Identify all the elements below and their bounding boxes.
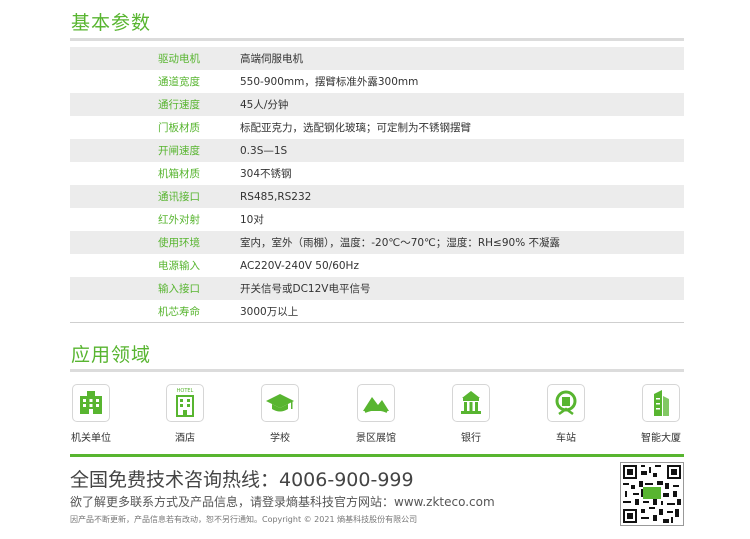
app-label: 车站 bbox=[556, 433, 576, 444]
spec-row: 电源输入 AC220V-240V 50/60Hz bbox=[70, 254, 684, 277]
app-item-scenic: 景区展馆 bbox=[346, 384, 406, 444]
apps-section-rule bbox=[70, 369, 684, 372]
spec-value: AC220V-240V 50/60Hz bbox=[240, 259, 359, 272]
spec-value: RS485,RS232 bbox=[240, 190, 312, 203]
spec-value: 45人/分钟 bbox=[240, 99, 289, 111]
spec-value: 304不锈钢 bbox=[240, 168, 292, 180]
spec-label: 电源输入 bbox=[158, 260, 200, 272]
contact-rule bbox=[70, 454, 684, 457]
spec-label: 通道宽度 bbox=[158, 76, 200, 88]
spec-value: 高端伺服电机 bbox=[240, 53, 303, 65]
spec-label: 通行速度 bbox=[158, 99, 200, 111]
smart-tower-icon bbox=[642, 384, 680, 422]
app-item-bank: 银行 bbox=[441, 384, 501, 444]
spec-row: 输入接口 开关信号或DC12V电平信号 bbox=[70, 277, 684, 300]
qr-code-image bbox=[620, 462, 684, 526]
app-label: 学校 bbox=[270, 433, 290, 444]
app-item-government: 机关单位 bbox=[61, 384, 121, 444]
spec-row: 通道宽度 550-900mm，摆臂标准外露300mm bbox=[70, 70, 684, 93]
spec-row: 红外对射 10对 bbox=[70, 208, 684, 231]
spec-value: 标配亚克力，选配钢化玻璃；可定制为不锈钢摆臂 bbox=[240, 122, 471, 134]
spec-row: 通行速度 45人/分钟 bbox=[70, 93, 684, 116]
spec-value: 室内，室外（雨棚），温度：-20℃～70℃；湿度：RH≤90% 不凝露 bbox=[240, 237, 561, 249]
spec-table: 驱动电机 高端伺服电机 通道宽度 550-900mm，摆臂标准外露300mm 通行速… bbox=[70, 47, 684, 323]
spec-value: 3000万以上 bbox=[240, 306, 299, 318]
hotel-icon: HOTEL bbox=[166, 384, 204, 422]
app-item-station: 车站 bbox=[536, 384, 596, 444]
spec-value: 10对 bbox=[240, 214, 264, 226]
app-label: 智能大厦 bbox=[641, 433, 681, 444]
spec-label: 机箱材质 bbox=[158, 168, 200, 180]
government-building-icon bbox=[72, 384, 110, 422]
params-section-rule bbox=[70, 38, 684, 41]
app-item-smart-building: 智能大厦 bbox=[631, 384, 691, 444]
app-label: 银行 bbox=[461, 433, 481, 444]
app-label: 机关单位 bbox=[71, 433, 111, 444]
spec-label: 输入接口 bbox=[158, 283, 200, 295]
spec-row: 机箱材质 304不锈钢 bbox=[70, 162, 684, 185]
spec-label: 门板材质 bbox=[158, 122, 200, 134]
apps-section-title: 应用领域 bbox=[71, 344, 152, 366]
spec-table-bottom-rule bbox=[70, 322, 684, 323]
spec-row: 通讯接口 RS485,RS232 bbox=[70, 185, 684, 208]
spec-label: 通讯接口 bbox=[158, 191, 200, 203]
spec-row: 开闸速度 0.3S—1S bbox=[70, 139, 684, 162]
website-text: 欲了解更多联系方式及产品信息，请登录熵基科技官方网站：www.zkteco.co… bbox=[70, 495, 495, 509]
app-label: 酒店 bbox=[175, 433, 195, 444]
spec-label: 开闸速度 bbox=[158, 145, 200, 157]
spec-row: 门板材质 标配亚克力，选配钢化玻璃；可定制为不锈钢摆臂 bbox=[70, 116, 684, 139]
railway-station-icon bbox=[547, 384, 585, 422]
copyright-note: 因产品不断更新，产品信息若有改动，恕不另行通知。Copyright © 2021… bbox=[70, 515, 418, 524]
params-section-title: 基本参数 bbox=[71, 12, 152, 34]
spec-label: 红外对射 bbox=[158, 214, 200, 226]
spec-row: 机芯寿命 3000万以上 bbox=[70, 300, 684, 323]
spec-label: 驱动电机 bbox=[158, 53, 200, 65]
app-item-school: 学校 bbox=[250, 384, 310, 444]
spec-value: 550-900mm，摆臂标准外露300mm bbox=[240, 76, 419, 88]
bank-icon bbox=[452, 384, 490, 422]
spec-row: 驱动电机 高端伺服电机 bbox=[70, 47, 684, 70]
hotline-text: 全国免费技术咨询热线：4006-900-999 bbox=[70, 469, 414, 491]
spec-row: 使用环境 室内，室外（雨棚），温度：-20℃～70℃；湿度：RH≤90% 不凝露 bbox=[70, 231, 684, 254]
application-grid: 机关单位 HOTEL 酒店 学校 景区展馆 银行 车站 智能大厦 bbox=[0, 384, 750, 444]
graduation-cap-icon bbox=[261, 384, 299, 422]
spec-label: 机芯寿命 bbox=[158, 306, 200, 318]
app-label: 景区展馆 bbox=[356, 433, 396, 444]
spec-value: 开关信号或DC12V电平信号 bbox=[240, 283, 371, 295]
spec-value: 0.3S—1S bbox=[240, 144, 288, 157]
app-item-hotel: HOTEL 酒店 bbox=[155, 384, 215, 444]
spec-label: 使用环境 bbox=[158, 237, 200, 249]
scenic-mountain-icon bbox=[357, 384, 395, 422]
